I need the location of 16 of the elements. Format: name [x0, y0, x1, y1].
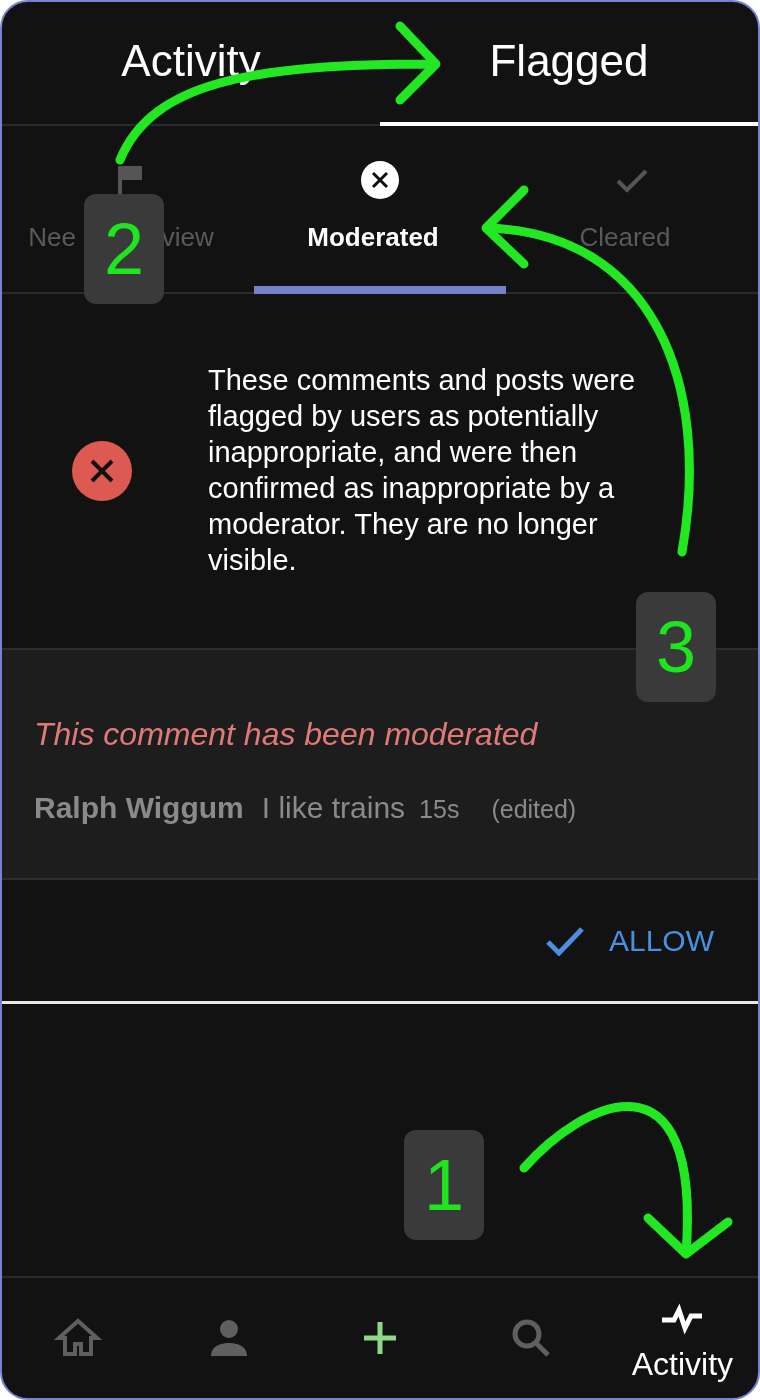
- allow-button[interactable]: ALLOW: [544, 923, 714, 958]
- step-badge: 2: [84, 194, 164, 304]
- edited-label: (edited): [491, 795, 577, 824]
- moderated-notice: This comment has been moderated: [34, 716, 539, 753]
- step-badge: 3: [636, 592, 716, 702]
- step-badge: 1: [404, 1130, 484, 1240]
- comment-time: 15s: [419, 795, 460, 824]
- info-text: These comments and posts were flagged by users as potentially inappropriate, and were then confirmed as inappropriate by a moderator. They are no longer visible.: [208, 363, 637, 578]
- error-icon: [72, 441, 132, 501]
- tab[interactable]: Flagged: [380, 2, 758, 126]
- comment-text: I like trains: [261, 791, 406, 825]
- close-icon: [360, 160, 400, 200]
- tab[interactable]: Moderated: [254, 126, 506, 294]
- nav-item[interactable]: Activity: [606, 1278, 758, 1398]
- comment-author: Ralph Wiggum: [34, 791, 244, 825]
- tab[interactable]: Activity: [2, 2, 380, 126]
